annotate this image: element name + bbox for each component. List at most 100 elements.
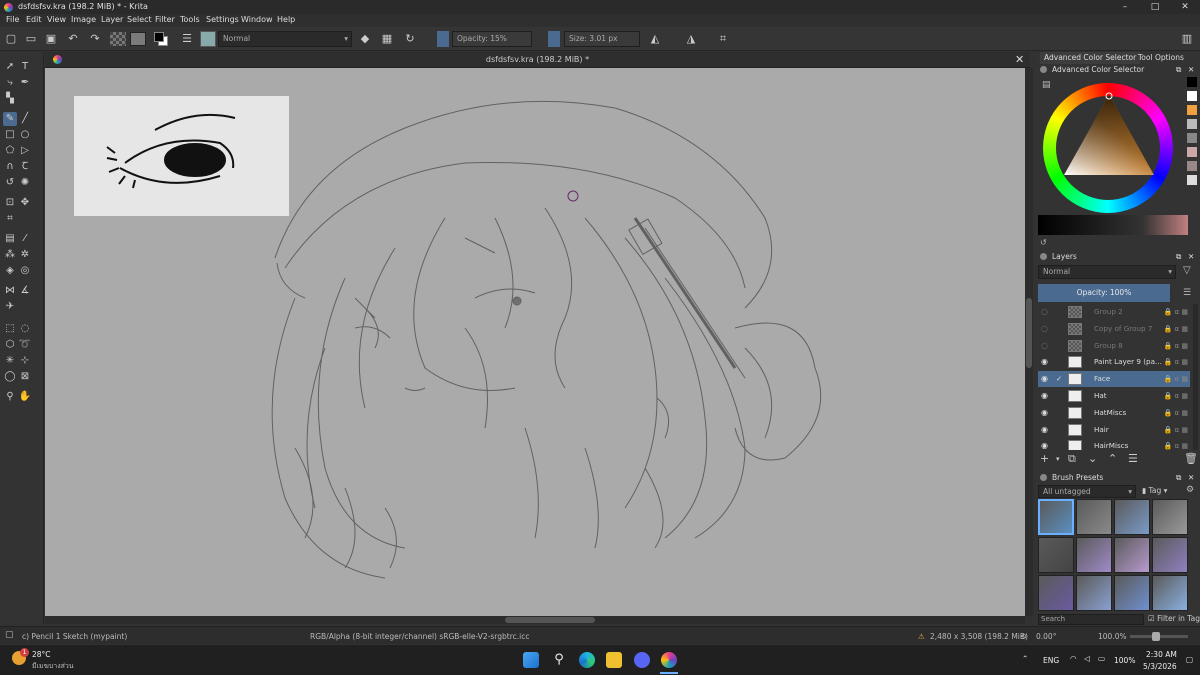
enclose-fill-icon[interactable]: ◎ [18,264,32,278]
fg-bg-color-icon[interactable] [154,32,168,46]
gradient-selector-icon[interactable] [110,32,126,46]
menu-help[interactable]: Help [277,15,295,24]
brush-tag-select[interactable]: All untagged ▾ [1038,485,1136,498]
open-folder-icon[interactable]: ▭ [24,32,38,46]
layer-flags-icons[interactable]: 🔒 α ▦ [1164,354,1188,370]
move-layer-up-icon[interactable]: ⌃ [1108,452,1117,465]
zoom-tool-icon[interactable]: ⚲ [3,390,17,404]
brush-preset-tile[interactable] [1076,537,1112,573]
brush-settings-icon[interactable]: ☰ [180,32,194,46]
filter-layers-icon[interactable]: ▽ [1183,265,1191,276]
brush-preset-tile[interactable] [1114,499,1150,535]
layer-row[interactable]: ◉ ✓ Face 🔒 α ▦ [1038,371,1190,388]
polygon-tool-icon[interactable]: ⬠ [3,144,17,158]
polygon-select-icon[interactable]: ⬡ [3,338,17,352]
move-layer-down-icon[interactable]: ⌄ [1088,452,1097,465]
pan-tool-icon[interactable]: ✋ [18,390,32,404]
opacity-field[interactable]: Opacity: 15% [452,31,532,47]
polyline-tool-icon[interactable]: ▷ [18,144,32,158]
layer-row[interactable]: ○ Group 8 🔒 α ▦ [1038,338,1190,354]
brush-settings-icon[interactable]: ⚙ [1186,485,1194,495]
zoom-slider-handle[interactable] [1152,632,1160,641]
float-brushes-icon[interactable]: ⧉ [1176,472,1181,484]
windows-start-icon[interactable] [523,652,539,668]
notifications-icon[interactable]: ▢ [1186,655,1193,664]
menu-file[interactable]: File [6,15,19,24]
menu-window[interactable]: Window [241,15,273,24]
eye-icon[interactable]: ◉ [1041,392,1049,400]
eye-hidden-icon[interactable]: ○ [1041,324,1049,333]
brush-preset-tile[interactable] [1152,537,1188,573]
brush-preset-tile[interactable] [1152,499,1188,535]
language-indicator[interactable]: ENG [1043,656,1059,665]
assistant-tool-icon[interactable]: ⋈ [3,284,17,298]
eye-hidden-icon[interactable]: ○ [1041,308,1049,316]
measure-tool-icon[interactable]: ∡ [18,284,32,298]
horizontal-scroll-thumb[interactable] [505,617,595,623]
minimize-button[interactable]: – [1110,0,1140,14]
brush-preset-tile[interactable] [1038,537,1074,573]
freehand-path-icon[interactable]: Ꞇ [18,160,32,174]
move-tool-icon[interactable]: ✥ [18,196,32,210]
mirror-vertical-icon[interactable]: ◮ [684,32,698,46]
vertical-scroll-thumb[interactable] [1026,298,1032,368]
crop-tool-icon[interactable]: ⌗ [3,212,17,226]
crop-icon[interactable]: ⌗ [716,32,730,46]
delete-layer-icon[interactable]: 🗑 [1184,452,1198,465]
bezier-select-icon[interactable]: ◯ [3,370,17,384]
brush-preset-tile[interactable] [1076,575,1112,611]
float-layers-icon[interactable]: ⧉ [1176,251,1181,263]
blend-mode-select[interactable]: Normal ▾ [218,31,352,47]
menu-tools[interactable]: Tools [180,15,200,24]
line-tool-icon[interactable]: ╱ [18,112,32,126]
freehand-brush-icon[interactable]: ✎ [3,112,17,126]
layers-scrollbar[interactable] [1193,304,1198,450]
tag-button[interactable]: ▮ Tag ▾ [1142,486,1167,495]
battery-icon[interactable]: ▭ [1098,654,1105,663]
float-panel-icon[interactable]: ⧉ [1176,64,1181,76]
eye-icon[interactable]: ◉ [1041,442,1049,450]
eye-icon[interactable]: ◉ [1041,425,1049,434]
transform-tool-icon[interactable]: ⊡ [3,196,17,210]
layer-selected-check-icon[interactable]: ✓ [1056,371,1062,387]
reference-images-icon[interactable]: ✈ [3,300,17,314]
select-shapes-icon[interactable]: ➚ [3,60,17,74]
similar-select-icon[interactable]: ⊹ [18,354,32,368]
color-wheel[interactable] [1043,77,1173,213]
edit-shapes-icon[interactable]: ⤷ [3,76,17,90]
rectangle-tool-icon[interactable]: □ [3,128,17,142]
layer-properties-icon[interactable]: ☰ [1128,452,1138,465]
layer-flags-icons[interactable]: 🔒 α ▦ [1164,321,1188,337]
menu-settings[interactable]: Settings [206,15,239,24]
dynamic-brush-icon[interactable]: ↺ [3,176,17,190]
new-document-icon[interactable]: ▢ [4,32,18,46]
eye-icon[interactable]: ◉ [1041,375,1049,383]
layer-opacity-slider[interactable]: Opacity: 100% [1038,284,1170,302]
freehand-select-icon[interactable]: ➰ [18,338,32,352]
ellipse-select-icon[interactable]: ◌ [18,322,32,336]
filter-in-tag-checkbox[interactable]: ☑ Filter in Tag [1148,614,1200,623]
save-icon[interactable]: ▣ [44,32,58,46]
vertical-scrollbar[interactable] [1025,68,1033,616]
menu-filter[interactable]: Filter [155,15,175,24]
search-icon[interactable]: ⚲ [551,652,567,668]
color-shade-selector[interactable] [1038,215,1188,235]
discord-icon[interactable] [634,652,650,668]
mirror-horizontal-icon[interactable]: ◭ [648,32,662,46]
file-explorer-icon[interactable] [606,652,622,668]
calligraphy-icon[interactable]: ✒ [18,76,32,90]
eye-icon[interactable]: ◉ [1041,408,1049,417]
menu-select[interactable]: Select [127,15,152,24]
add-layer-icon[interactable]: + [1040,452,1049,465]
krita-taskbar-icon[interactable] [661,652,677,668]
brush-preset-tile[interactable] [1114,575,1150,611]
brush-preset-icon[interactable] [200,31,216,47]
show-hidden-icons-icon[interactable]: ⌃ [1022,654,1028,663]
brush-preset-tile[interactable] [1038,575,1074,611]
eye-icon[interactable]: ◉ [1041,358,1049,366]
bezier-tool-icon[interactable]: ∩ [3,160,17,174]
gradient-tool-icon[interactable]: ▤ [3,232,17,246]
maximize-button[interactable]: □ [1140,0,1170,14]
redo-icon[interactable]: ↷ [88,32,102,46]
color-picker-icon[interactable]: ⁄ [18,232,32,246]
